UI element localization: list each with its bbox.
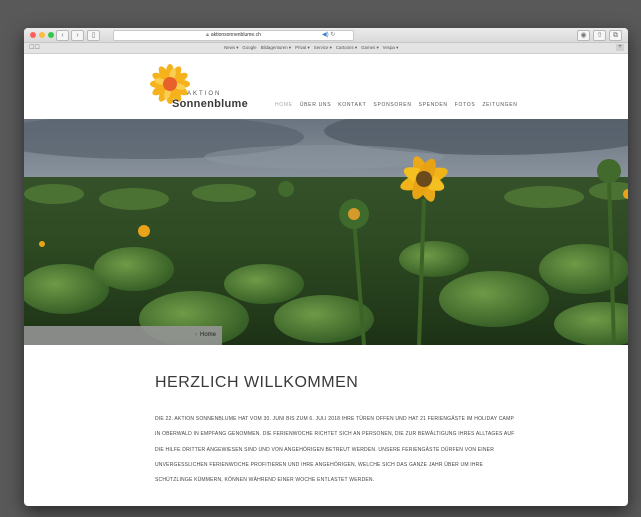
url-text: aktionsonnenblume.ch [210, 32, 261, 38]
chevron-left-icon: ‹ [61, 32, 64, 39]
hero-image [24, 119, 628, 345]
nav-item-home[interactable]: HOME [275, 102, 293, 108]
lock-icon: 🔒︎ [206, 32, 209, 38]
intro-paragraph: DIE 22. AKTION SONNENBLUME HAT VOM 30. J… [155, 416, 515, 484]
close-window-button[interactable] [30, 32, 36, 38]
reload-icon[interactable]: ↻ [330, 32, 335, 38]
show-all-bookmarks-icon[interactable]: ☐☐ [29, 43, 40, 53]
tabs-button[interactable]: ⧉ [609, 30, 622, 41]
bookmark-item[interactable]: Service ▾ [314, 43, 332, 53]
breadcrumb-label: Home [199, 332, 216, 338]
zoom-window-button[interactable] [48, 32, 54, 38]
bookmark-item[interactable]: Cartoons ▾ [336, 43, 357, 53]
page-title: HERZLICH WILLKOMMEN [155, 374, 359, 391]
bookmarks-bar: ☐☐ News ▾ Google Bildagenturen ▾ Privat ▾ Se… [24, 43, 628, 54]
browser-toolbar: ‹ › ▯ 🔒︎ aktionsonnenblume.ch ◀) ↻ ◉ ⇧ ⧉ [24, 28, 628, 43]
breadcrumb: ‹ Home [24, 326, 222, 345]
tabs-icon: ⧉ [613, 32, 618, 39]
bookmark-item[interactable]: Vespa ▾ [383, 43, 399, 53]
main-navigation: HOME ÜBER UNS KONTAKT SPONSOREN SPENDEN FOTOS… [275, 102, 518, 108]
browser-window: ‹ › ▯ 🔒︎ aktionsonnenblume.ch ◀) ↻ ◉ ⇧ ⧉ … [24, 28, 628, 506]
new-tab-button[interactable]: + [616, 44, 624, 51]
nav-item-fotos[interactable]: FOTOS [455, 102, 476, 108]
speaker-icon[interactable]: ◀) [322, 32, 329, 38]
sidebar-icon: ▯ [91, 32, 96, 39]
sunflower-field-photo [24, 119, 628, 345]
brand-name[interactable]: Sonnenblume [172, 98, 248, 110]
chevron-left-icon: ‹ [194, 332, 197, 338]
bookmark-item[interactable]: News ▾ [224, 43, 238, 53]
nav-item-sponsoren[interactable]: SPONSOREN [373, 102, 411, 108]
bookmark-item[interactable]: Google [242, 43, 256, 53]
nav-item-über-uns[interactable]: ÜBER UNS [300, 102, 331, 108]
bookmark-item[interactable]: Games ▾ [361, 43, 379, 53]
share-button[interactable]: ⇧ [593, 30, 606, 41]
bookmark-item[interactable]: Bildagenturen ▾ [261, 43, 292, 53]
address-bar-icons: ◀) ↻ [322, 30, 335, 40]
share-icon: ⇧ [596, 32, 603, 39]
history-buttons: ‹ › [56, 30, 84, 41]
main-content: HERZLICH WILLKOMMEN DIE 22. AKTION SONNE… [155, 374, 515, 493]
nav-item-zeitungen[interactable]: ZEITUNGEN [482, 102, 517, 108]
back-button[interactable]: ‹ [56, 30, 69, 41]
bookmark-item[interactable]: Privat ▾ [295, 43, 310, 53]
minimize-window-button[interactable] [39, 32, 45, 38]
bookmark-items: News ▾ Google Bildagenturen ▾ Privat ▾ Servi… [224, 43, 398, 53]
chevron-right-icon: › [76, 32, 79, 39]
address-bar[interactable]: 🔒︎ aktionsonnenblume.ch [113, 30, 354, 41]
toolbar-right-buttons: ◉ ⇧ ⧉ [577, 30, 622, 41]
site-header: AKTION Sonnenblume HOME ÜBER UNS KONTAKT SP… [24, 54, 628, 120]
brand-aktion: AKTION [187, 91, 222, 97]
sidebar-button[interactable]: ▯ [87, 30, 100, 41]
extension-button[interactable]: ◉ [577, 30, 590, 41]
nav-item-kontakt[interactable]: KONTAKT [338, 102, 366, 108]
breadcrumb-home[interactable]: ‹ Home [195, 326, 216, 345]
forward-button[interactable]: › [71, 30, 84, 41]
window-controls [30, 32, 54, 38]
nav-item-spenden[interactable]: SPENDEN [419, 102, 448, 108]
extension-icon: ◉ [580, 32, 587, 39]
